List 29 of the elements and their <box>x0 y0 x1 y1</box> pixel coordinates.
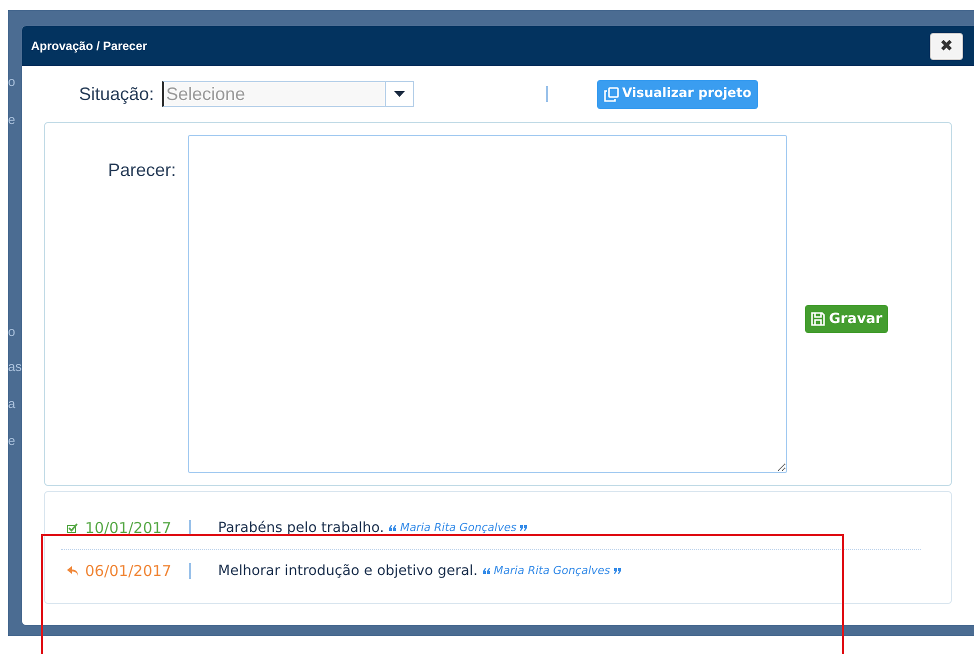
entry-author: Maria Rita Gonçalves <box>494 562 610 579</box>
dropdown-button[interactable] <box>385 81 414 107</box>
entry-comment: Melhorar introdução e objetivo geral. <box>218 562 478 580</box>
background-text: e <box>8 113 16 127</box>
background-text: as <box>8 360 22 374</box>
field-label: Parecer: <box>106 159 177 182</box>
status-select[interactable]: Selecione <box>162 81 386 107</box>
entry-comment: Parabéns pelo trabalho. <box>218 518 384 538</box>
reply-arrow-icon <box>67 566 79 576</box>
open-quote-icon <box>482 568 491 574</box>
background-text: e <box>8 434 16 448</box>
floppy-disk-icon <box>811 312 825 326</box>
background-text: o <box>8 325 16 339</box>
close-quote-icon <box>613 568 622 574</box>
entry-date: 06/01/2017 <box>85 560 172 582</box>
close-quote-icon <box>519 525 528 531</box>
entry-date: 10/01/2017 <box>85 518 172 539</box>
entry-author: Maria Rita Gonçalves <box>400 520 516 536</box>
window-title: Aprovação / Parecer <box>31 38 148 55</box>
close-button[interactable]: ✖ <box>930 32 963 60</box>
background-text: o <box>8 75 16 89</box>
save-button[interactable]: Gravar <box>805 305 888 333</box>
caret-icon <box>394 91 406 97</box>
background-text: a <box>8 397 16 411</box>
view-project-button[interactable]: Visualizar projeto <box>597 80 758 108</box>
field-label: Situação: <box>79 82 154 106</box>
checkbox-check-icon <box>67 523 78 533</box>
open-quote-icon <box>389 525 398 531</box>
copy-icon <box>604 86 620 102</box>
